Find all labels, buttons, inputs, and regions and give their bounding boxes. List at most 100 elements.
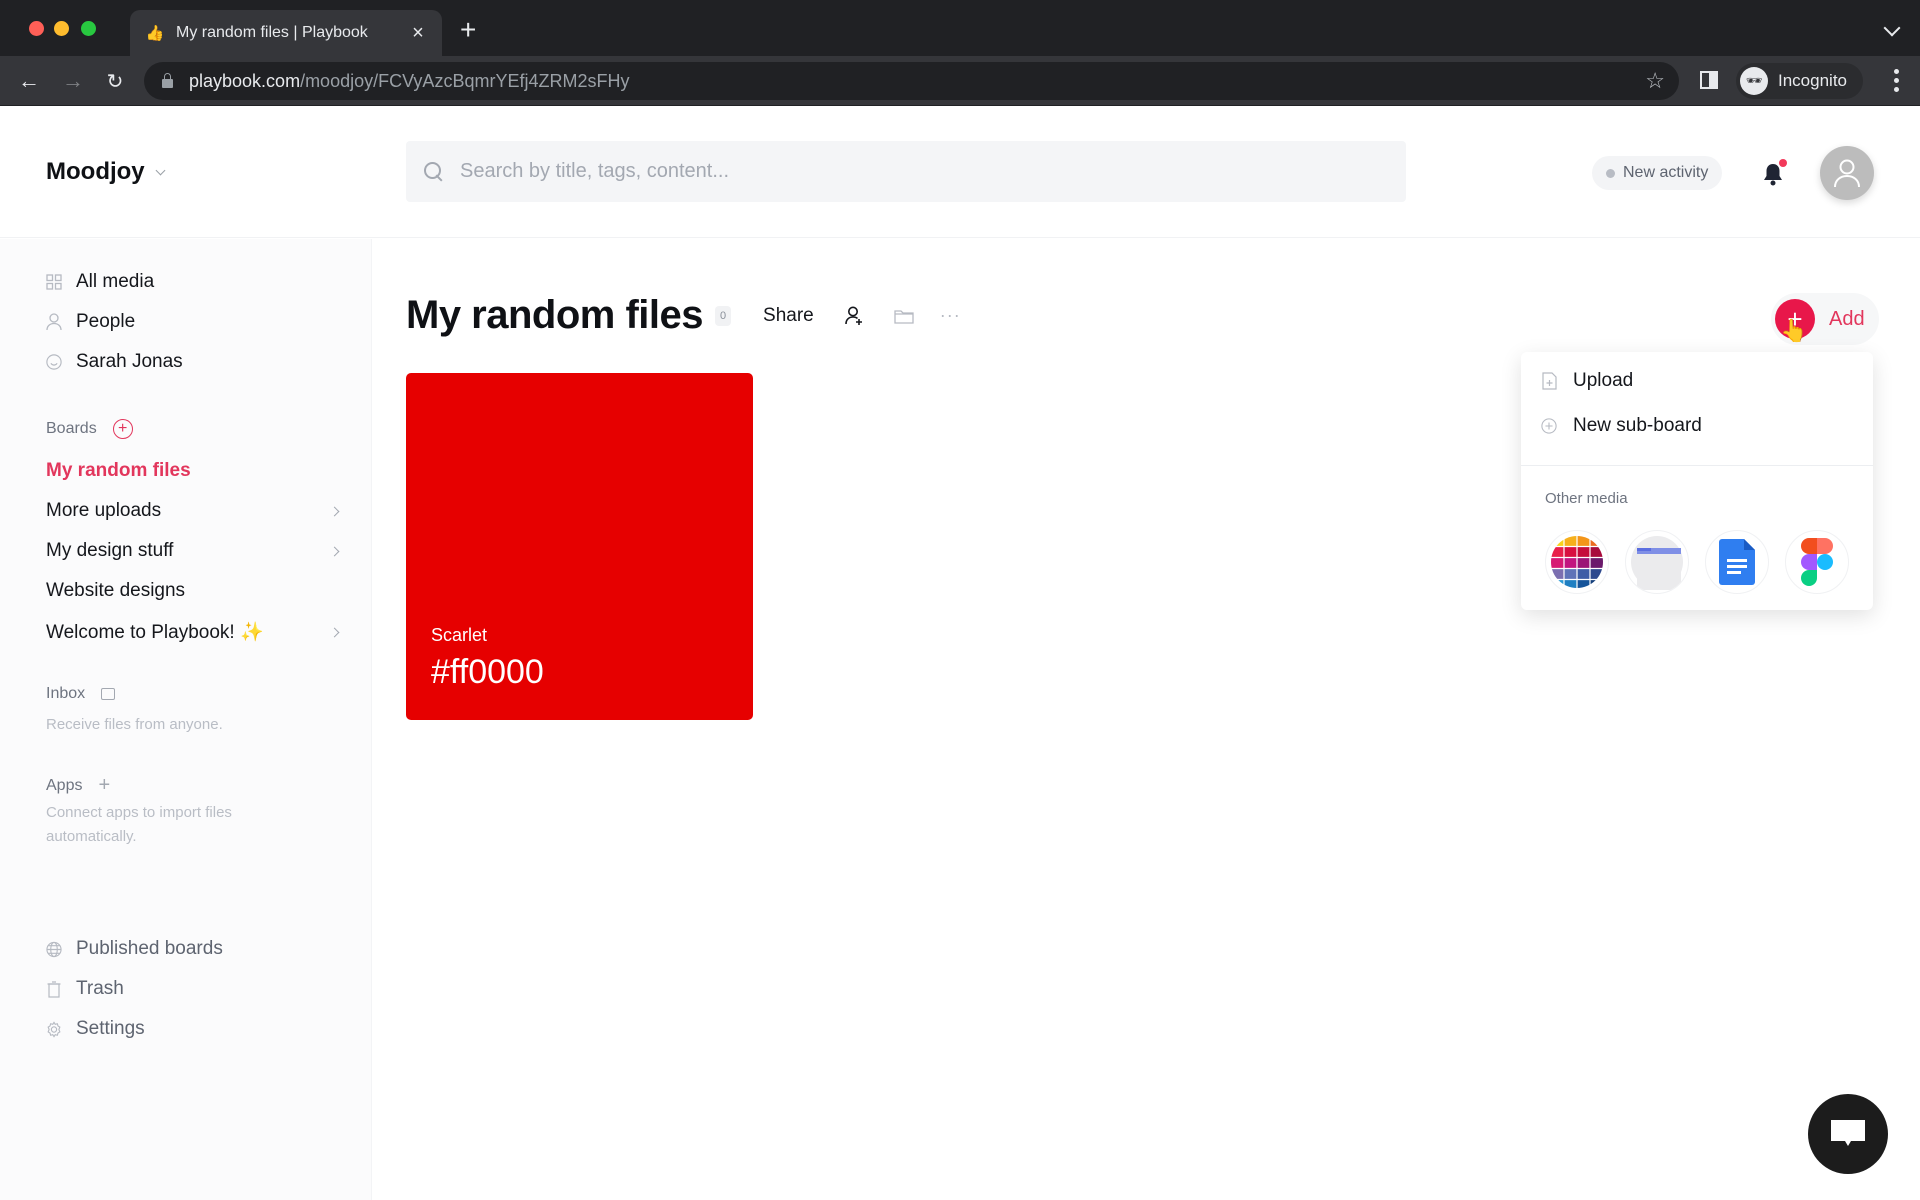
add-board-button[interactable]: +	[112, 419, 133, 439]
page-title: My random files	[406, 293, 704, 337]
chevron-right-icon[interactable]	[329, 546, 340, 556]
add-label: Add	[1829, 307, 1865, 330]
browser-tabstrip: 👍 My random files | Playbook × +	[0, 0, 1920, 56]
chevron-down-icon	[155, 165, 166, 175]
sidebar-item-all-media[interactable]: All media	[46, 271, 154, 293]
chat-support-button[interactable]	[1808, 1094, 1888, 1174]
reload-icon[interactable]: ↻	[100, 66, 130, 96]
smiley-icon	[46, 354, 62, 370]
activity-dot	[1606, 168, 1615, 178]
other-media-label: Other media	[1545, 490, 1628, 507]
add-button[interactable]: + Add	[1771, 293, 1879, 345]
notifications-bell-icon[interactable]	[1762, 159, 1787, 186]
circle-plus-icon	[1541, 417, 1557, 435]
apps-hint: Connect apps to import files automatical…	[46, 804, 232, 845]
browser-tab[interactable]: 👍 My random files | Playbook ×	[130, 10, 442, 56]
plus-icon: +	[1775, 299, 1815, 339]
figma-icon[interactable]	[1785, 530, 1849, 594]
new-activity-button[interactable]: New activity	[1592, 156, 1723, 190]
board-label: Welcome to Playbook! ✨	[46, 622, 264, 643]
address-bar[interactable]: playbook.com/moodjoy/FCVyAzcBqmrYEfj4ZRM…	[144, 62, 1679, 100]
side-panel-icon[interactable]	[1700, 71, 1718, 89]
lock-icon	[162, 73, 173, 88]
add-app-button[interactable]: +	[98, 774, 110, 797]
sidebar-item-label: Published boards	[76, 938, 223, 959]
window-close-button[interactable]	[29, 21, 44, 36]
color-swatch-card[interactable]: Scarlet #ff0000	[406, 373, 753, 720]
color-hex: #ff0000	[431, 653, 544, 691]
sidebar-item-published-boards[interactable]: Published boards	[46, 938, 223, 960]
boards-label: Boards	[46, 420, 97, 437]
search-icon	[424, 161, 444, 182]
sidebar-item-people[interactable]: People	[46, 311, 135, 333]
window-minimize-button[interactable]	[54, 21, 69, 36]
profile-label: Incognito	[1778, 71, 1847, 90]
grid-icon	[46, 274, 62, 290]
add-menu-dropdown: Upload New sub-board Other media	[1521, 352, 1873, 610]
sidebar-item-label: Settings	[76, 1018, 145, 1039]
chat-bubble-icon	[1831, 1120, 1865, 1146]
url-path: /moodjoy/FCVyAzcBqmrYEfj4ZRM2sFHy	[300, 70, 630, 91]
unread-dot	[1779, 159, 1787, 167]
menu-item-new-sub-board[interactable]: New sub-board	[1541, 415, 1702, 437]
chevron-right-icon[interactable]	[329, 506, 340, 516]
search-bar	[406, 141, 1406, 202]
apps-label: Apps	[46, 776, 83, 794]
browser-menu-icon[interactable]	[1894, 69, 1900, 92]
more-options-icon[interactable]: ···	[940, 305, 961, 326]
sidebar-item-label: Trash	[76, 978, 124, 999]
tab-title: My random files | Playbook	[176, 24, 368, 41]
bookmark-star-icon[interactable]: ☆	[1645, 68, 1665, 94]
sidebar-item-settings[interactable]: Settings	[46, 1018, 145, 1040]
sidebar-board-more-uploads[interactable]: More uploads	[46, 500, 342, 522]
sidebar-item-sarah-jonas[interactable]: Sarah Jonas	[46, 351, 183, 373]
gear-icon	[46, 1020, 62, 1038]
board-label: More uploads	[46, 500, 162, 521]
file-plus-icon	[1541, 372, 1557, 390]
forward-arrow-icon[interactable]: →	[58, 66, 88, 96]
back-arrow-icon[interactable]: ←	[14, 66, 44, 96]
search-input[interactable]	[460, 160, 1360, 183]
inbox-label: Inbox	[46, 685, 86, 702]
board-label: Website designs	[46, 580, 186, 601]
share-button[interactable]: Share	[763, 305, 814, 327]
sidebar-board-my-design-stuff[interactable]: My design stuff	[46, 540, 342, 562]
board-label: My random files	[46, 460, 191, 481]
chevron-right-icon[interactable]	[329, 627, 340, 637]
sidebar-board-my-random-files[interactable]: My random files	[46, 460, 342, 482]
sidebar-board-website-designs[interactable]: Website designs	[46, 580, 342, 602]
thumbs-up-icon: 👍	[145, 25, 165, 42]
sidebar-item-label: Sarah Jonas	[76, 351, 183, 372]
board-label: My design stuff	[46, 540, 174, 561]
workspace-switcher[interactable]: Moodjoy	[46, 158, 166, 186]
tab-search-chevron-icon[interactable]	[1883, 19, 1901, 37]
color-palette-icon[interactable]	[1545, 530, 1609, 594]
item-count-badge: 0	[715, 305, 732, 326]
browser-toolbar: ← → ↻ playbook.com/moodjoy/FCVyAzcBqmrYE…	[0, 56, 1920, 106]
google-docs-icon[interactable]	[1705, 530, 1769, 594]
inbox-icon[interactable]	[101, 688, 116, 700]
close-tab-icon[interactable]: ×	[408, 22, 428, 45]
incognito-profile-button[interactable]: 🕶 Incognito	[1736, 63, 1863, 99]
window-zoom-button[interactable]	[81, 21, 96, 36]
sidebar-item-label: People	[76, 311, 136, 332]
workspace-name: Moodjoy	[46, 158, 145, 185]
folder-icon[interactable]	[894, 306, 914, 326]
sidebar-item-trash[interactable]: Trash	[46, 978, 124, 1000]
sidebar-item-label: All media	[76, 271, 155, 292]
inbox-hint: Receive files from anyone.	[46, 716, 223, 733]
menu-item-upload[interactable]: Upload	[1541, 370, 1633, 392]
app-header: Moodjoy New activity	[0, 106, 1920, 238]
color-name: Scarlet	[431, 625, 488, 645]
apps-section: Apps +	[46, 774, 110, 797]
add-person-icon[interactable]	[844, 306, 864, 326]
menu-divider	[1521, 465, 1873, 466]
user-avatar[interactable]	[1820, 146, 1874, 200]
trash-icon	[46, 980, 62, 998]
browser-window-icon[interactable]	[1625, 530, 1689, 594]
sidebar-board-welcome[interactable]: Welcome to Playbook! ✨	[46, 620, 342, 644]
menu-item-label: New sub-board	[1573, 415, 1702, 436]
boards-section: Boards +	[46, 419, 133, 439]
sidebar: All media People Sarah Jonas Boards + My…	[0, 239, 372, 1200]
new-tab-button[interactable]: +	[460, 16, 476, 44]
